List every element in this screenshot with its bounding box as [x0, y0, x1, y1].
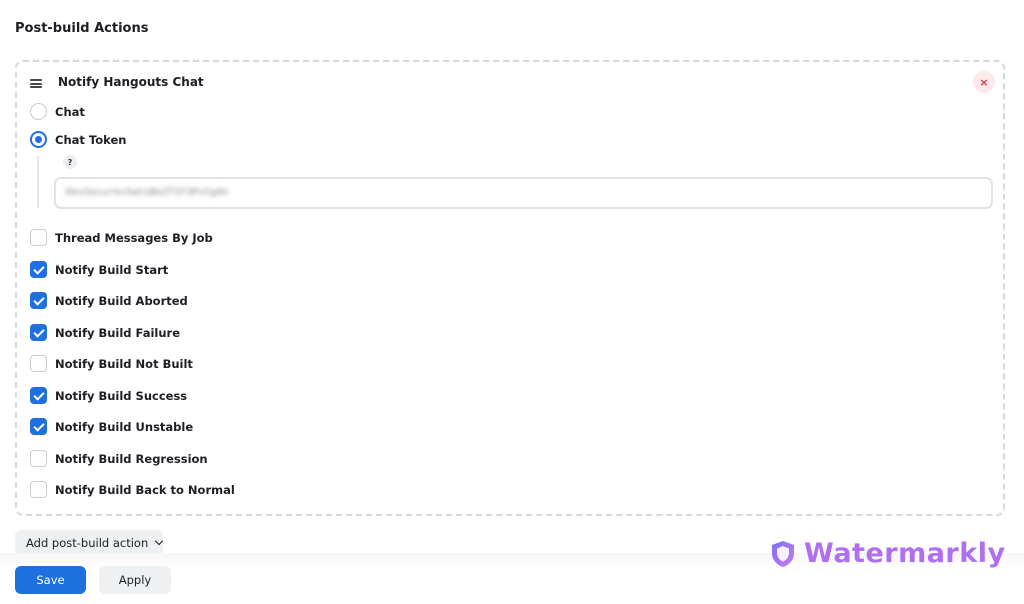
checkbox[interactable]: [30, 229, 47, 246]
checkbox-row[interactable]: Notify Build Back to Normal: [30, 481, 235, 498]
chevron-down-icon: [155, 536, 164, 545]
checkbox[interactable]: [30, 481, 47, 498]
checkbox-label: Notify Build Failure: [55, 325, 181, 340]
chat-token-input[interactable]: DevSecurechatsBo2T3f3Pvtg4n: [54, 177, 993, 209]
radio-chat[interactable]: Chat: [30, 103, 85, 120]
checkbox[interactable]: [30, 418, 47, 435]
checkbox-row[interactable]: Notify Build Regression: [30, 450, 208, 467]
close-button[interactable]: ×: [973, 71, 995, 93]
save-button[interactable]: Save: [15, 566, 86, 594]
nested-indent-line: [37, 156, 39, 208]
checkbox-label: Thread Messages By Job: [55, 230, 213, 245]
checkbox-row[interactable]: Notify Build Aborted: [30, 292, 188, 309]
radio-chat-label: Chat: [55, 104, 85, 119]
radio-chat-input[interactable]: [30, 103, 47, 120]
checkbox-row[interactable]: Notify Build Not Built: [30, 355, 193, 372]
checkbox-label: Notify Build Regression: [55, 451, 208, 466]
checkbox[interactable]: [30, 261, 47, 278]
checkbox-row[interactable]: Thread Messages By Job: [30, 229, 213, 246]
checkbox-label: Notify Build Unstable: [55, 419, 194, 434]
chat-token-value: DevSecurechatsBo2T3f3Pvtg4n: [66, 187, 229, 198]
card-title: Notify Hangouts Chat: [58, 75, 204, 89]
radio-chat-token-label: Chat Token: [55, 132, 127, 147]
checkbox[interactable]: [30, 450, 47, 467]
checkbox-row[interactable]: Notify Build Failure: [30, 324, 180, 341]
section-title: Post-build Actions: [15, 21, 149, 36]
shield-icon: [772, 540, 794, 567]
watermark: Watermarkly: [770, 538, 1006, 569]
checkbox-label: Notify Build Not Built: [55, 356, 193, 371]
radio-chat-token-input[interactable]: [30, 131, 47, 148]
notify-hangouts-chat-card: Notify Hangouts Chat × Chat Chat Token ?…: [15, 60, 1005, 516]
add-post-build-action-label: Add post-build action: [26, 535, 149, 550]
checkbox[interactable]: [30, 355, 47, 372]
help-button[interactable]: ?: [63, 155, 77, 169]
checkbox-label: Notify Build Back to Normal: [55, 482, 235, 497]
checkbox-row[interactable]: Notify Build Start: [30, 261, 168, 278]
checkbox-row[interactable]: Notify Build Success: [30, 387, 187, 404]
add-post-build-action-button[interactable]: Add post-build action: [15, 530, 164, 555]
checkbox-row[interactable]: Notify Build Unstable: [30, 418, 193, 435]
apply-button[interactable]: Apply: [99, 566, 171, 594]
checkbox[interactable]: [30, 387, 47, 404]
checkbox-label: Notify Build Success: [55, 388, 188, 403]
watermark-text: Watermarkly: [804, 538, 1006, 569]
checkbox[interactable]: [30, 324, 47, 341]
radio-chat-token[interactable]: Chat Token: [30, 131, 126, 148]
checkbox-label: Notify Build Start: [55, 262, 169, 277]
checkbox-label: Notify Build Aborted: [55, 293, 188, 308]
drag-handle-icon[interactable]: [30, 79, 42, 88]
checkbox[interactable]: [30, 292, 47, 309]
